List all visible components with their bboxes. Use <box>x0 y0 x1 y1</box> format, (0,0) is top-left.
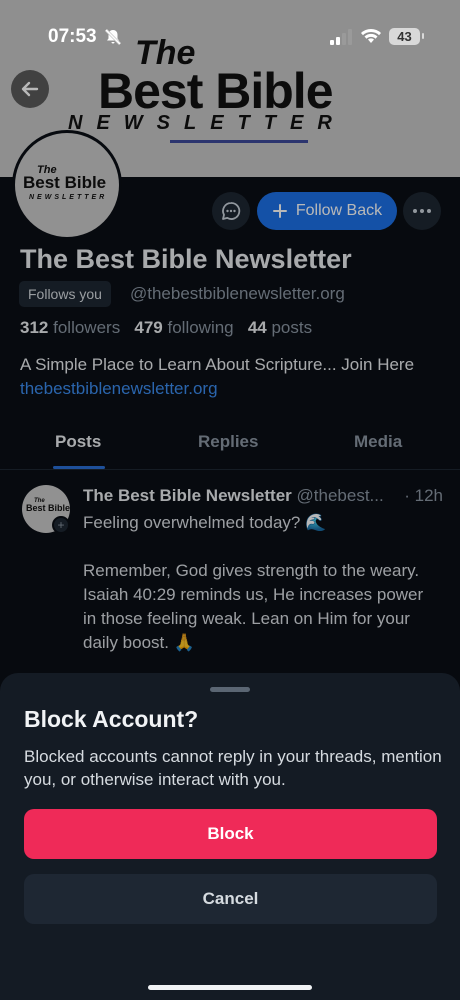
status-bar: 07:53 43 <box>0 0 460 60</box>
cancel-button[interactable]: Cancel <box>24 874 437 924</box>
status-time: 07:53 <box>48 26 97 47</box>
block-account-sheet: Block Account? Blocked accounts cannot r… <box>0 673 460 1000</box>
cellular-signal-icon <box>330 29 352 45</box>
battery-indicator: 43 <box>389 28 424 45</box>
block-button[interactable]: Block <box>24 809 437 859</box>
home-indicator[interactable] <box>148 985 312 990</box>
bell-slash-icon <box>104 28 122 46</box>
sheet-drag-handle[interactable] <box>210 687 250 692</box>
wifi-icon <box>361 29 381 43</box>
sheet-title: Block Account? <box>24 706 199 732</box>
sheet-description: Blocked accounts cannot reply in your th… <box>24 747 442 789</box>
